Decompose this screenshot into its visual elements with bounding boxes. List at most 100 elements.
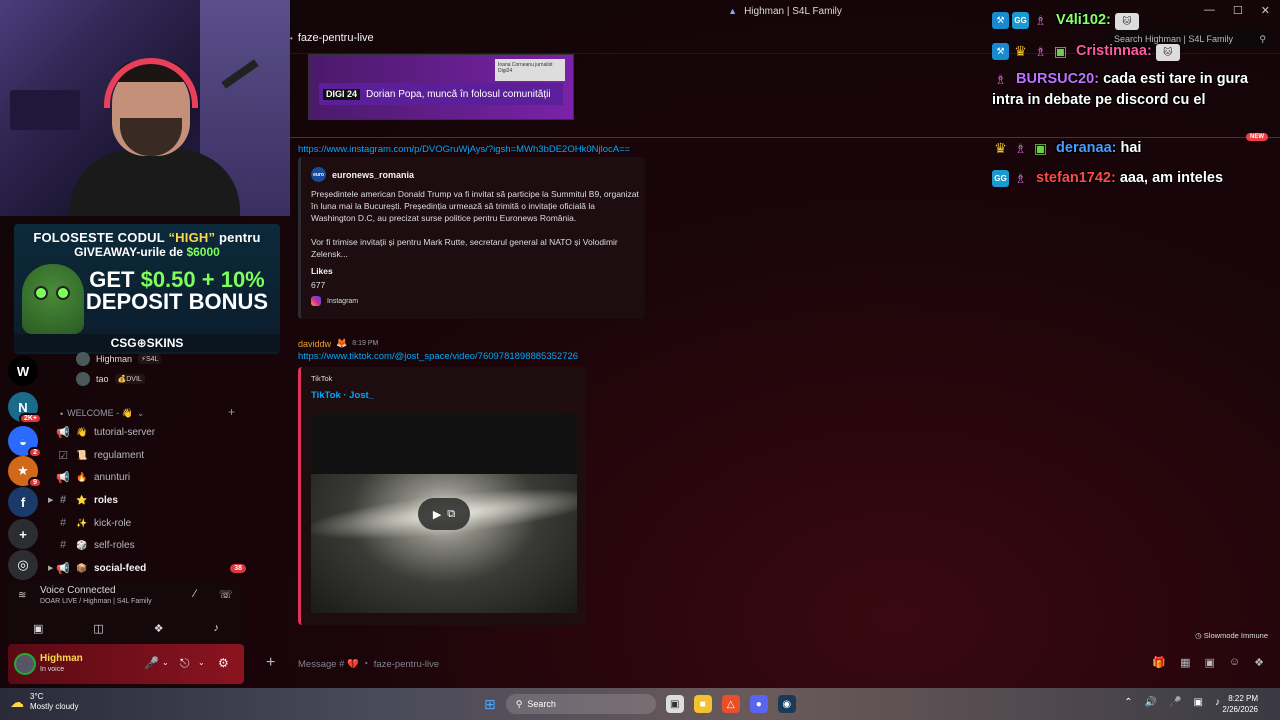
steam-icon[interactable]: ◉ [777,695,796,713]
avatar[interactable] [14,653,36,675]
role-icon: 🦊 [336,338,348,348]
task-view-icon[interactable]: ▣ [665,695,684,713]
embed-field-value: 677 [311,280,326,290]
server-icon[interactable]: N 2K+ [8,392,42,424]
chat-message: ♗ BURSUC20: cada esti tare in gura intra… [992,69,1276,111]
emoji-icon[interactable]: ☺ [1229,656,1240,669]
soundboard-icon[interactable]: ♪ [214,622,220,634]
windows-start-icon[interactable]: ⊞ [484,696,496,713]
add-server-button[interactable]: + [8,519,38,549]
avatar [76,352,90,366]
disconnect-icon[interactable]: ☏ [219,588,233,601]
tiktok-link[interactable]: https://www.tiktok.com/@jost_space/video… [298,351,578,362]
sticker-icon[interactable]: ▣ [1204,656,1214,669]
channel-item[interactable]: 📢 🔥 anunturi [56,468,246,486]
taskbar: ☁ 3°C Mostly cloudy ⊞ ⚲ Search ▣ ■ △ ● ◉… [0,688,1280,720]
camera-off-icon[interactable]: ▣ [33,622,43,635]
server-icon[interactable]: ◒ 2 [8,426,42,458]
hash-icon: # [59,517,67,529]
avatar [76,372,90,386]
category-welcome[interactable]: • WELCOME - 👋 ⌄ [60,408,144,419]
volume-icon[interactable]: 🔊 [1145,697,1157,708]
message-composer: + Message # 💔 ・ faze-pentru-live 🎁 ▦ ▣ ☺… [256,648,1272,678]
user-status: In voice [40,666,65,673]
system-tray: ⌃ 🔊 🎤 ▣ ♪ [1124,697,1220,708]
cat-emote-icon: 🐱 [1114,13,1139,30]
message-input[interactable]: Message # 💔 ・ faze-pentru-live [298,656,439,670]
sponsor-banner[interactable]: FOLOSESTE CODUL “HIGH” pentru GIVEAWAY-u… [14,224,280,354]
brave-browser-icon[interactable]: △ [721,695,740,713]
voice-user[interactable]: Highman ⚡S4L [76,352,162,366]
play-button[interactable]: ▶ ⧉ [418,498,470,530]
apps-icon[interactable]: ❖ [1254,656,1264,669]
microphone-icon[interactable]: 🎤 [144,656,159,670]
server-icon[interactable]: f [8,487,38,517]
embed-footer: Instagram [311,296,358,306]
embed-author-name: euronews_romania [332,169,415,180]
voice-channel-name[interactable]: DOAR LIVE / Highman | S4L Family [40,598,152,605]
channel-item[interactable]: # ✨ kick-role [56,514,246,532]
channel-item[interactable]: # 🎲 self-roles [56,536,246,554]
instagram-link[interactable]: https://www.instagram.com/p/DVOGruWjAys/… [298,144,630,155]
message-author[interactable]: daviddw [298,339,331,349]
chevron-down-icon[interactable]: ⌄ [162,658,169,667]
embed-author[interactable]: euro euronews_romania [311,167,414,182]
server-icon[interactable]: ★ 9 [8,456,42,488]
gift-icon[interactable]: 🎁 [1152,656,1166,669]
weather-widget[interactable]: ☁ 3°C Mostly cloudy [10,692,78,712]
channel-item[interactable]: 📢 👋 tutorial-server [56,423,246,441]
discover-button[interactable]: ◎ [8,550,38,580]
speaker-icon[interactable]: ♪ [1215,697,1220,708]
display-icon[interactable]: ▣ [1194,697,1203,708]
gif-icon[interactable]: ▦ [1180,656,1190,669]
headphones-icon[interactable]: ⎋ [180,656,190,671]
activities-icon[interactable]: ❖ [154,622,164,635]
embed-title[interactable]: TikTok · Jost_ [311,390,374,401]
chat-username: BURSUC20: [1016,71,1100,87]
file-explorer-icon[interactable]: ■ [693,695,712,713]
discord-app-icon[interactable]: ● [749,695,768,713]
chevron-right-icon: ▶ [48,497,54,504]
noise-suppression-icon[interactable]: ⁄ [194,588,196,600]
chevron-down-icon[interactable]: ⌄ [198,658,205,667]
clock-icon: ◷ [1195,631,1202,640]
channel-emoji-icon: 🔥 [76,471,88,482]
weather-temp: 3°C [30,692,44,701]
channel-name: kick-role [94,517,132,529]
voice-user[interactable]: tao 💰DVIL [76,372,145,386]
signal-icon[interactable]: ≋ [18,590,26,601]
attach-button[interactable]: + [266,654,275,672]
channel-item[interactable]: ▶ 📢 📦 social-feed 38 [48,559,246,577]
chat-message: GG ♗ stefan1742: aaa, am inteles [992,168,1276,189]
chat-badges: ♛ ♗ ▣ [992,140,1049,157]
channel-emoji-icon: 📦 [76,562,88,573]
clock[interactable]: 8:22 PM 2/26/2026 [1222,693,1258,715]
voice-actions: ▣ ◫ ❖ ♪ [8,616,244,640]
news-image-embed[interactable]: Ioana Corneanu jurnalist Digi24 DIGI 24 … [308,54,574,120]
taskbar-apps: ⊞ ⚲ Search ▣ ■ △ ● ◉ [484,694,796,714]
microphone-icon[interactable]: 🎤 [1169,697,1181,708]
ad-line-2: GIVEAWAY-urile de $6000 [14,245,280,259]
channel-item[interactable]: ▶ # ⭐ roles [48,491,246,509]
add-channel-button[interactable]: + [228,405,235,419]
chat-username: Cristinnaa: [1076,43,1152,59]
video-preview[interactable]: ▶ ⧉ [311,414,577,613]
channel-item[interactable]: ☑ 📜 regulament [56,446,246,464]
gear-icon[interactable]: ⚙ [218,656,229,670]
embed-description: Președintele american Donald Trump va fi… [311,188,641,260]
taskbar-search[interactable]: ⚲ Search [505,694,656,714]
ad-code: “HIGH” [168,230,216,245]
channel-emoji-icon: ⭐ [76,494,88,505]
taskbar-search-label: Search [527,699,556,709]
chevron-down-icon: • [60,408,64,419]
chevron-up-icon[interactable]: ⌃ [1124,697,1132,708]
chat-badges: ♗ [992,71,1009,88]
webcam-headphones [104,58,198,108]
voice-user-name: Highman [96,354,133,364]
composer-tools: 🎁 ▦ ▣ ☺ ❖ [1152,656,1264,669]
webcam-overlay [0,0,290,216]
screen-share-icon[interactable]: ◫ [93,622,103,635]
robot-badge-icon: ♗ [1014,140,1027,156]
server-icon[interactable]: W [8,356,38,386]
server-label: ◒ [19,433,27,449]
